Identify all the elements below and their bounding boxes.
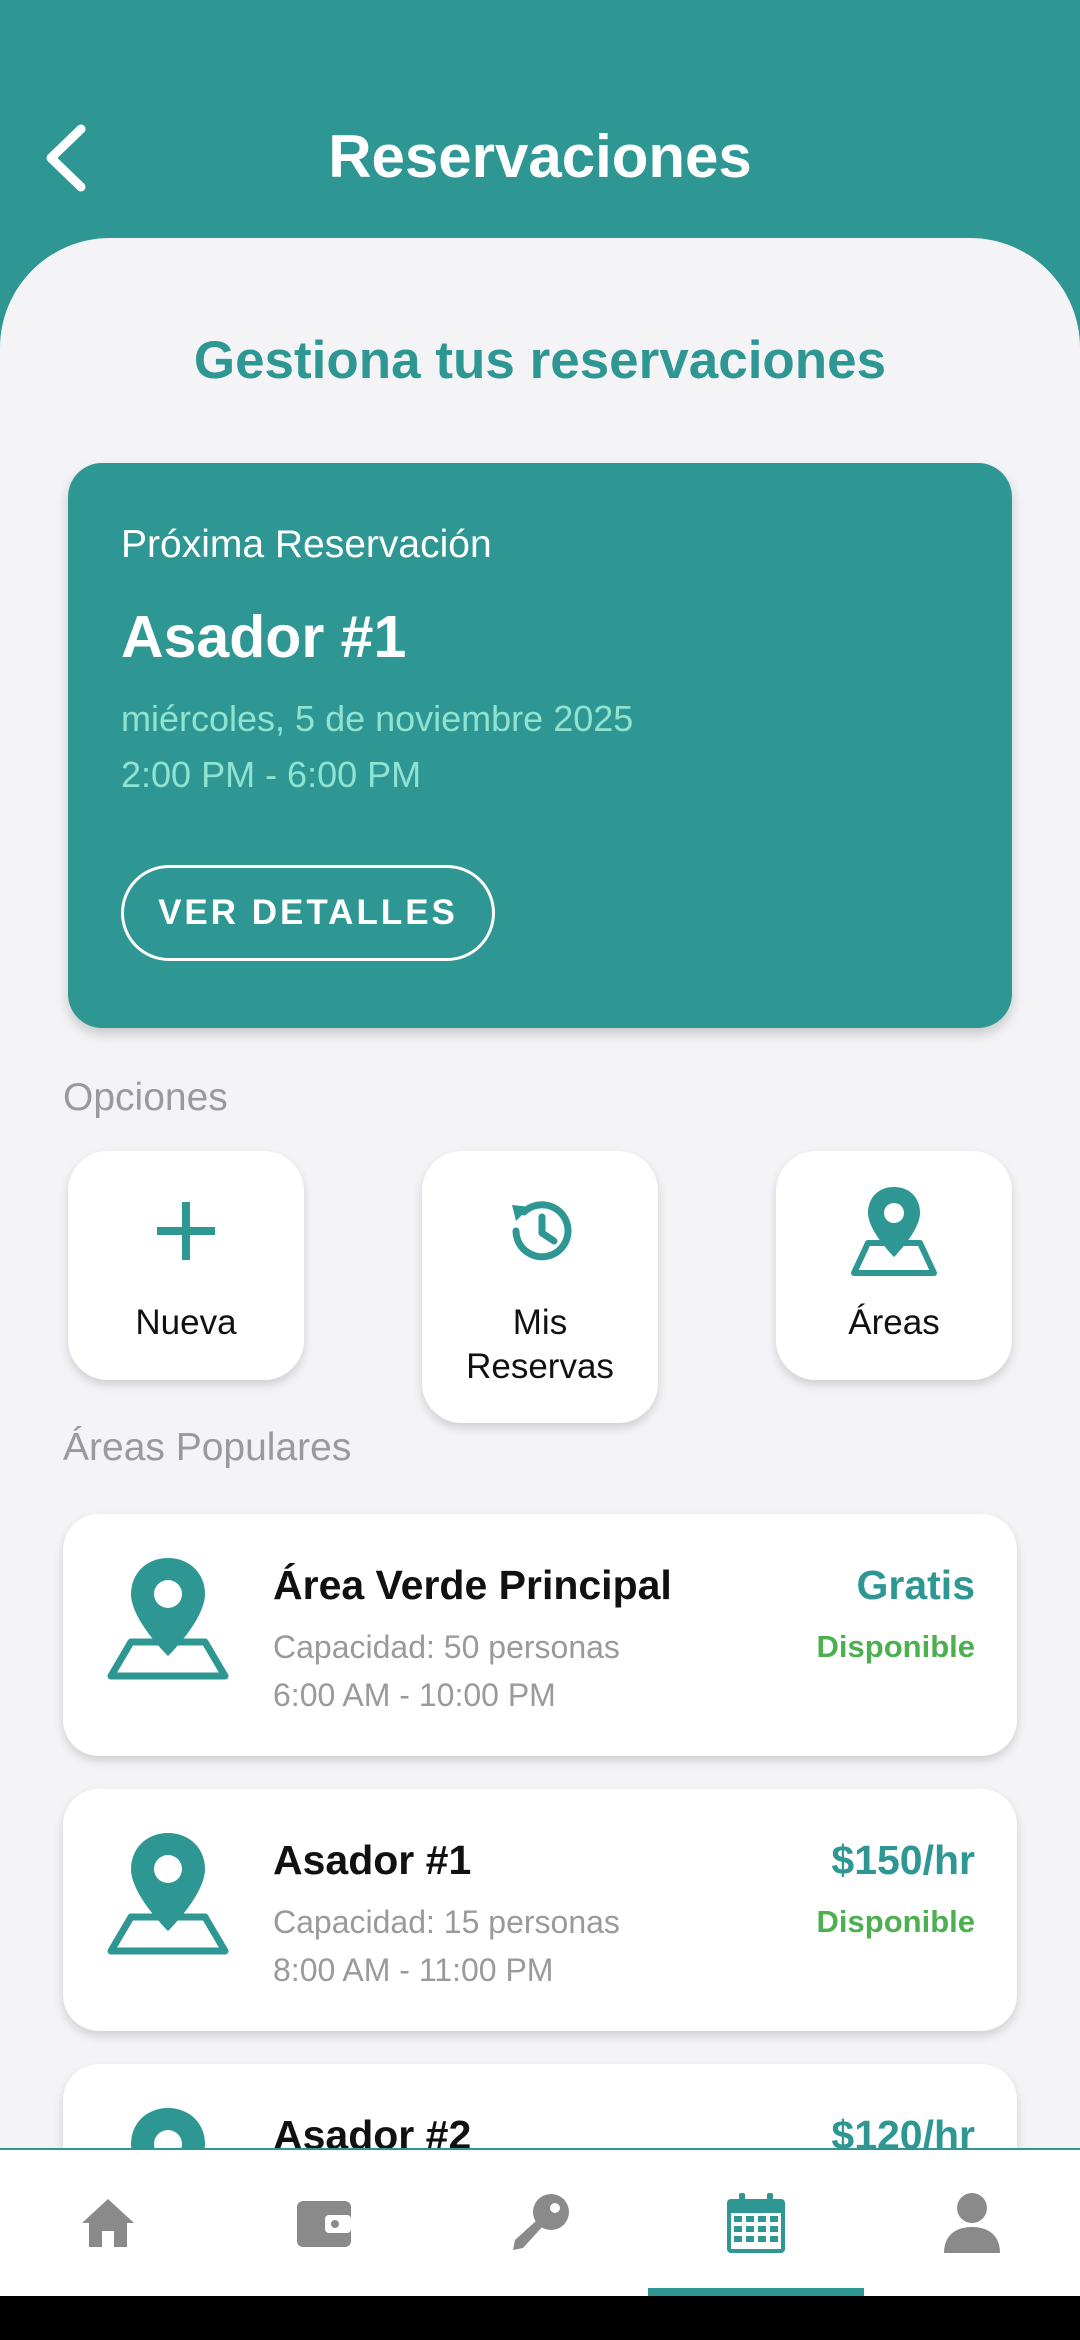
system-navigation-bar [0, 2296, 1080, 2340]
history-icon [422, 1191, 658, 1271]
nav-access[interactable] [432, 2150, 648, 2296]
area-name: Asador #1 [273, 1837, 472, 1883]
nav-reservations[interactable] [648, 2150, 864, 2296]
area-name: Área Verde Principal [273, 1562, 672, 1608]
next-reservation-card: Próxima Reservación Asador #1 miércoles,… [68, 463, 1012, 1028]
bottom-navigation [0, 2150, 1080, 2296]
nav-home[interactable] [0, 2150, 216, 2296]
plus-icon [68, 1191, 304, 1271]
page-title: Reservaciones [328, 123, 752, 190]
area-status: Disponible [816, 1629, 975, 1664]
page-heading: Gestiona tus reservaciones [193, 331, 887, 390]
nav-profile[interactable] [864, 2150, 1080, 2296]
key-icon [513, 2194, 569, 2250]
wallet-icon [297, 2201, 351, 2247]
area-name: Asador #2 [273, 2112, 472, 2148]
next-reservation-time: 2:00 PM - 6:00 PM [121, 754, 422, 795]
area-card[interactable]: Área Verde Principal Capacidad: 50 perso… [63, 1514, 1017, 1756]
active-tab-indicator [648, 2288, 864, 2296]
area-card[interactable]: Asador #2 $120/hr [63, 2064, 1017, 2148]
area-price: $150/hr [831, 1837, 975, 1883]
header: Reservaciones [0, 0, 1080, 240]
area-price: $120/hr [831, 2112, 975, 2148]
area-hours: 8:00 AM - 11:00 PM [273, 1952, 554, 1988]
new-reservation-button[interactable]: Nueva [68, 1151, 304, 1380]
next-reservation-title: Asador #1 [121, 604, 407, 670]
content-sheet: Gestiona tus reservaciones Próxima Reser… [0, 238, 1080, 2148]
map-pin-icon [107, 1558, 229, 1680]
area-hours: 6:00 AM - 10:00 PM [273, 1677, 556, 1713]
popular-areas-section-label: Áreas Populares [63, 1426, 352, 1469]
option-label: Áreas [848, 1303, 940, 1342]
view-details-button[interactable]: VER DETALLES [121, 865, 495, 961]
areas-button[interactable]: Áreas [776, 1151, 1012, 1380]
my-reservations-button[interactable]: Mis Reservas [422, 1151, 658, 1423]
home-icon [82, 2199, 134, 2247]
map-pin-icon [776, 1187, 1012, 1276]
area-price: Gratis [856, 1562, 976, 1608]
profile-icon [944, 2193, 1000, 2253]
option-label: Nueva [135, 1303, 237, 1342]
area-capacity: Capacidad: 15 personas [273, 1904, 620, 1940]
reservations-screen: Reservaciones Gestiona tus reservaciones… [0, 0, 1080, 2340]
next-reservation-date: miércoles, 5 de noviembre 2025 [121, 698, 634, 739]
calendar-icon [727, 2193, 785, 2253]
next-reservation-label: Próxima Reservación [121, 523, 492, 566]
map-pin-icon [131, 2108, 205, 2148]
option-label: Mis Reservas [466, 1303, 614, 1386]
area-card[interactable]: Asador #1 Capacidad: 15 personas 8:00 AM… [63, 1789, 1017, 2031]
options-section-label: Opciones [63, 1076, 228, 1119]
nav-wallet[interactable] [216, 2150, 432, 2296]
map-pin-icon [107, 1833, 229, 1955]
area-capacity: Capacidad: 50 personas [273, 1629, 620, 1665]
area-status: Disponible [816, 1904, 975, 1939]
